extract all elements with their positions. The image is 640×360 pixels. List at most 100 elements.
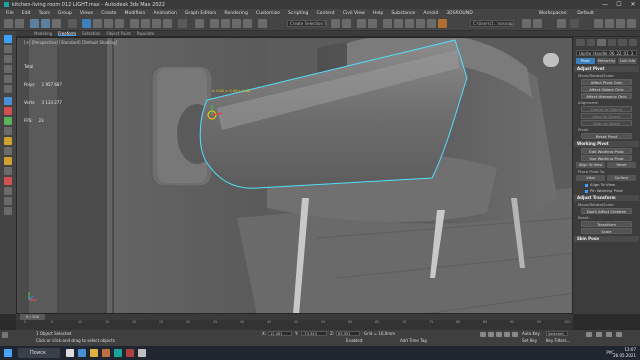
y-coordinate-field[interactable]: -74,343 xyxy=(301,331,327,336)
camera-icon[interactable] xyxy=(4,147,12,155)
menu-tools[interactable]: Tools xyxy=(39,11,50,16)
cp-modify-tab[interactable] xyxy=(586,39,595,46)
task-view-icon[interactable] xyxy=(66,349,74,357)
menu-group[interactable]: Group xyxy=(58,11,72,16)
menu-rendering[interactable]: Rendering xyxy=(224,11,247,16)
schematic-view-icon[interactable] xyxy=(394,19,403,28)
taskbar-search[interactable]: Поиск xyxy=(18,348,60,358)
key-mode-dropdown[interactable]: Selected xyxy=(546,331,568,336)
spacewarp-icon[interactable] xyxy=(4,197,12,205)
align-to-object-button[interactable]: Align to Object xyxy=(581,113,632,119)
reference-coordinate-icon[interactable] xyxy=(178,19,187,28)
object-name-field[interactable]: Uprite_Handle_06_22_01_3 xyxy=(576,50,637,56)
place-pivot-surface-button[interactable]: Surface xyxy=(607,175,636,181)
go-to-start-icon[interactable] xyxy=(480,332,486,337)
auto-key-button[interactable]: Auto Key xyxy=(522,331,540,336)
edit-named-selection-icon[interactable] xyxy=(258,19,267,28)
undo-icon[interactable] xyxy=(4,19,13,28)
tab-modeling[interactable]: Modeling xyxy=(34,31,52,36)
layer-explorer-icon[interactable] xyxy=(368,19,377,28)
hierarchy-tab-button[interactable]: Hierarchy xyxy=(596,58,617,64)
workspace-dropdown[interactable]: Default xyxy=(577,11,594,16)
pivot-center-icon[interactable] xyxy=(195,19,204,28)
motion-panel-icon[interactable] xyxy=(4,65,12,73)
working-pivot-reset-button[interactable]: Reset xyxy=(607,162,636,168)
place-pivot-view-button[interactable]: View xyxy=(576,175,605,181)
reset-pivot-button[interactable]: Reset Pivot xyxy=(581,133,632,139)
z-coordinate-field[interactable]: 83,551 xyxy=(336,331,360,336)
align-to-world-button[interactable]: Align to World xyxy=(581,120,632,126)
modifier-icon[interactable] xyxy=(4,177,12,185)
move-icon[interactable] xyxy=(130,19,139,28)
render-setup-icon[interactable] xyxy=(416,19,425,28)
working-pivot-rollout[interactable]: Working Pivot xyxy=(574,141,639,147)
rotate-icon[interactable] xyxy=(141,19,150,28)
use-working-pivot-button[interactable]: Use Working Pivot xyxy=(581,155,632,161)
dont-affect-children-button[interactable]: Don't Affect Children xyxy=(581,208,632,214)
taskbar-app-icon[interactable] xyxy=(102,349,110,357)
maxscript-listener-icon[interactable] xyxy=(2,332,8,338)
taskbar-app-icon[interactable] xyxy=(126,349,134,357)
maximize-toggle-icon[interactable] xyxy=(616,332,622,337)
open-explorer-icon[interactable] xyxy=(533,19,542,28)
spinner-snap-icon[interactable] xyxy=(243,19,252,28)
material-editor-icon[interactable] xyxy=(405,19,414,28)
render-production-icon[interactable] xyxy=(438,19,447,28)
cp-motion-tab[interactable] xyxy=(607,39,616,46)
tab-freeform[interactable]: Freeform xyxy=(58,31,77,36)
reset-scale-button[interactable]: Scale xyxy=(581,228,632,234)
edge-icon[interactable] xyxy=(78,349,86,357)
file-explorer-icon[interactable] xyxy=(90,349,98,357)
workspace-switch-icon[interactable] xyxy=(605,19,614,28)
render-icon[interactable] xyxy=(4,107,12,115)
modify-panel-icon[interactable] xyxy=(4,45,12,53)
menu-graph-editors[interactable]: Graph Editors xyxy=(185,11,217,16)
menu-help[interactable]: Help xyxy=(373,11,383,16)
adjust-transform-rollout[interactable]: Adjust Transform xyxy=(574,195,639,201)
hierarchy-panel-icon[interactable] xyxy=(4,55,12,63)
cp-utilities-tab[interactable] xyxy=(628,39,637,46)
affect-object-only-button[interactable]: Affect Object Only xyxy=(581,86,632,92)
tab-selection[interactable]: Selection xyxy=(82,31,100,36)
minimize-button[interactable]: — xyxy=(598,0,612,9)
unlink-icon[interactable] xyxy=(41,19,50,28)
mirror-icon[interactable] xyxy=(331,19,340,28)
menu-scripting[interactable]: Scripting xyxy=(288,11,308,16)
light-icon[interactable] xyxy=(4,137,12,145)
tab-object-paint[interactable]: Object Paint xyxy=(106,31,130,36)
cp-create-tab[interactable] xyxy=(576,39,585,46)
previous-frame-icon[interactable] xyxy=(488,332,494,337)
edit-working-pivot-button[interactable]: Edit Working Pivot xyxy=(581,148,632,154)
cp-hierarchy-tab[interactable] xyxy=(597,39,606,46)
zoom-icon[interactable] xyxy=(586,332,592,337)
set-key-button[interactable]: Set Key xyxy=(522,338,537,343)
curve-editor-icon[interactable] xyxy=(383,19,392,28)
helper-icon[interactable] xyxy=(4,157,12,165)
utilities-panel-icon[interactable] xyxy=(4,85,12,93)
rendered-frame-window-icon[interactable] xyxy=(427,19,436,28)
scale-icon[interactable] xyxy=(152,19,161,28)
cp-display-tab[interactable] xyxy=(618,39,627,46)
align-to-view-checkbox[interactable]: Align To View xyxy=(585,182,628,187)
menu-arnold[interactable]: Arnold xyxy=(423,11,438,16)
menu-civil-view[interactable]: Civil View xyxy=(343,11,365,16)
redo-icon[interactable] xyxy=(15,19,24,28)
link-info-tab-button[interactable]: Link Info xyxy=(618,58,637,64)
display-panel-icon[interactable] xyxy=(4,75,12,83)
viewcube[interactable] xyxy=(543,53,559,67)
viewport-label[interactable]: [+] [Perspective] [Standard] [Default Sh… xyxy=(24,40,117,45)
perspective-viewport[interactable]: x: 0.00 y: 0.00 z: 0.00 xyxy=(16,37,573,314)
select-by-name-icon[interactable] xyxy=(93,19,102,28)
project-path-field[interactable]: C:\Users\1...\rosnapaz.s... xyxy=(470,20,514,27)
close-button[interactable]: ✕ xyxy=(626,0,640,9)
center-to-object-button[interactable]: Center to Object xyxy=(581,106,632,112)
align-to-view-button[interactable]: Align To View xyxy=(576,162,605,168)
angle-snap-icon[interactable] xyxy=(221,19,230,28)
material-icon[interactable] xyxy=(4,117,12,125)
link-icon[interactable] xyxy=(30,19,39,28)
help-icon[interactable] xyxy=(557,19,566,28)
snaps-toggle-icon[interactable] xyxy=(210,19,219,28)
reset-transform-button[interactable]: Transform xyxy=(581,221,632,227)
go-to-end-icon[interactable] xyxy=(512,332,518,337)
maximize-button[interactable]: ☐ xyxy=(612,0,626,9)
